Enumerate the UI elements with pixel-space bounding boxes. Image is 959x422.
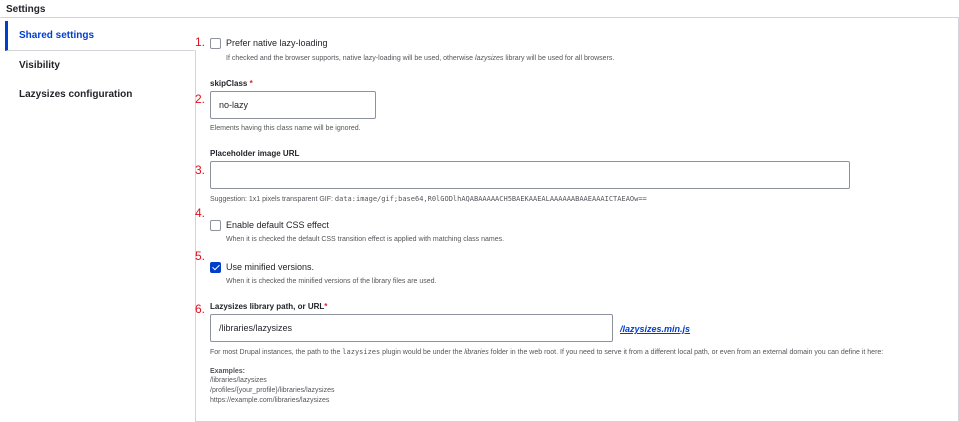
tab-lazysizes-configuration[interactable]: Lazysizes configuration: [5, 80, 195, 110]
native-lazy-checkbox[interactable]: [210, 38, 221, 49]
example-item: /profiles/{your_profile}/libraries/lazys…: [210, 387, 335, 394]
library-file-link[interactable]: /lazysizes.min.js: [620, 324, 690, 334]
required-marker: *: [324, 302, 328, 311]
skip-class-input[interactable]: no-lazy: [210, 91, 376, 119]
minified-checkbox[interactable]: [210, 262, 221, 273]
placeholder-url-input[interactable]: [210, 161, 850, 189]
library-path-input[interactable]: /libraries/lazysizes: [210, 314, 613, 342]
marker-3: 3.: [195, 163, 206, 177]
css-effect-label: Enable default CSS effect: [226, 220, 329, 230]
css-effect-checkbox[interactable]: [210, 220, 221, 231]
marker-5: 5.: [195, 249, 206, 263]
example-item: /libraries/lazysizes: [210, 377, 267, 384]
placeholder-suggestion: Suggestion: 1x1 pixels transparent GIF: …: [210, 195, 647, 203]
tab-label: Visibility: [19, 60, 60, 71]
marker-6: 6.: [195, 302, 206, 316]
tab-shared-settings[interactable]: Shared settings: [5, 21, 195, 51]
placeholder-label: Placeholder image URL: [210, 149, 300, 158]
css-effect-description: When it is checked the default CSS trans…: [226, 236, 505, 243]
minified-label: Use minified versions.: [226, 262, 315, 272]
examples-title: Examples:: [210, 368, 246, 375]
tab-label: Shared settings: [19, 30, 95, 41]
minified-description: When it is checked the minified versions…: [226, 278, 437, 285]
tab-label: Lazysizes configuration: [19, 89, 133, 100]
tab-visibility[interactable]: Visibility: [5, 51, 195, 81]
vertical-tabs: Shared settings Visibility Lazysizes con…: [0, 17, 195, 422]
marker-4: 4.: [195, 206, 206, 220]
skip-class-description: Elements having this class name will be …: [210, 125, 361, 132]
native-lazy-description: If checked and the browser supports, nat…: [226, 55, 615, 62]
skip-class-label: skipClass *: [210, 79, 253, 88]
marker-1: 1.: [195, 35, 206, 49]
marker-2: 2.: [195, 92, 206, 106]
example-item: https://example.com/libraries/lazysizes: [210, 397, 330, 404]
native-lazy-label: Prefer native lazy-loading: [226, 38, 328, 48]
library-path-label: Lazysizes library path, or URL*: [210, 302, 328, 311]
required-marker: *: [249, 79, 253, 88]
page-title: Settings: [6, 4, 46, 15]
library-path-description: For most Drupal instances, the path to t…: [210, 348, 884, 356]
